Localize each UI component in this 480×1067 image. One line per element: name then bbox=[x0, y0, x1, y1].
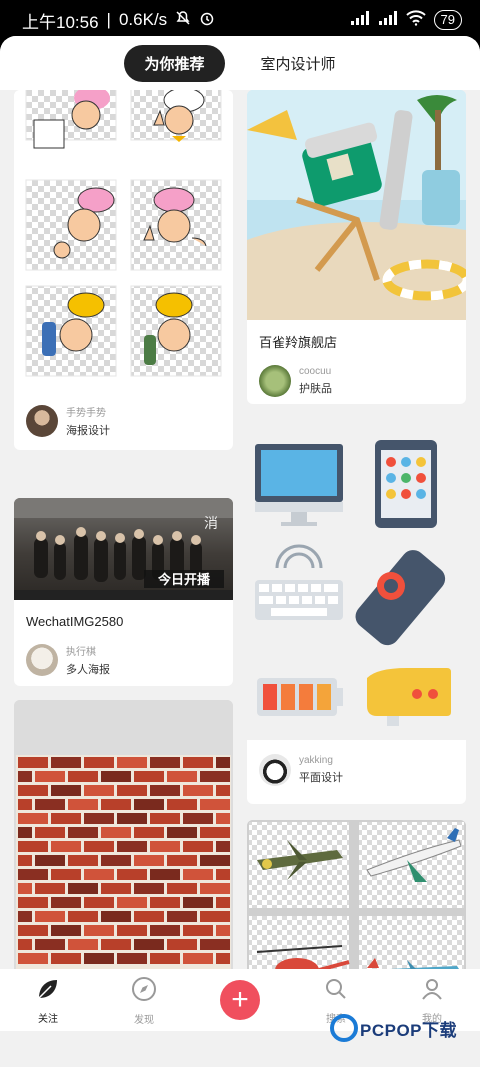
watermark: PCPOP下载 bbox=[330, 1014, 457, 1042]
avatar bbox=[259, 365, 291, 397]
author-category: 海报设计 bbox=[66, 425, 110, 437]
battery-indicator: 79 bbox=[433, 10, 462, 30]
watermark-text: PCPOP下载 bbox=[360, 1020, 458, 1040]
feed-card-brick[interactable] bbox=[14, 700, 233, 1005]
card-title: WechatIMG2580 bbox=[26, 614, 124, 629]
mute-icon bbox=[175, 10, 191, 31]
author-row[interactable]: coocuu 护肤品 bbox=[247, 365, 466, 397]
wifi-icon bbox=[405, 9, 426, 31]
avatar bbox=[26, 644, 58, 676]
author-category: 护肤品 bbox=[299, 383, 332, 395]
signal-icon bbox=[350, 10, 370, 31]
compass-icon bbox=[130, 975, 158, 1008]
feed-card-cosmetics[interactable]: 百雀羚旗舰店 coocuu 护肤品 bbox=[247, 90, 466, 404]
cosmetics-beach-image bbox=[247, 90, 466, 320]
author-row[interactable]: yakking 平面设计 bbox=[247, 754, 466, 786]
feed[interactable]: 手势手势 海报设计 今日开播 消 WechatIMG2580 执行棋 多人海报 … bbox=[0, 90, 480, 1005]
app-screen: 为你推荐 室内设计师 手势手势 海报设计 今日开播 消 WechatIMG258… bbox=[0, 36, 480, 1067]
feed-card-devices[interactable]: yakking 平面设计 bbox=[247, 418, 466, 804]
status-speed: 0.6K/s bbox=[118, 10, 168, 29]
search-icon bbox=[323, 976, 349, 1007]
poster-overlay-text: 今日开播 bbox=[157, 572, 211, 587]
author-name: coocuu bbox=[299, 366, 332, 377]
nav-label: 发现 bbox=[134, 1014, 154, 1026]
tab-recommended[interactable]: 为你推荐 bbox=[124, 44, 225, 82]
person-icon bbox=[419, 976, 445, 1007]
plus-icon[interactable]: + bbox=[220, 980, 260, 1020]
author-category: 平面设计 bbox=[299, 772, 343, 784]
devices-illustration bbox=[247, 418, 466, 740]
status-bar: 上午10:56 | 0.6K/s 79 bbox=[0, 0, 480, 40]
status-time: 上午10:56 bbox=[22, 12, 99, 32]
author-row[interactable]: 手势手势 海报设计 bbox=[14, 404, 233, 438]
tab-interior-designers[interactable]: 室内设计师 bbox=[241, 45, 356, 82]
chef-stickers-image bbox=[14, 90, 233, 380]
nav-label: 关注 bbox=[38, 1013, 58, 1025]
feed-card-poster[interactable]: 今日开播 消 WechatIMG2580 执行棋 多人海报 bbox=[14, 498, 233, 686]
nav-discover[interactable]: 发现 bbox=[109, 975, 179, 1026]
nav-add[interactable]: + bbox=[205, 980, 275, 1020]
author-row[interactable]: 执行棋 多人海报 bbox=[14, 643, 233, 677]
leaf-icon bbox=[35, 976, 61, 1007]
top-tabs: 为你推荐 室内设计师 bbox=[0, 36, 480, 90]
brick-wall-image bbox=[14, 700, 233, 1005]
author-category: 多人海报 bbox=[66, 664, 110, 676]
alarm-icon bbox=[199, 10, 215, 31]
author-name: 手势手势 bbox=[66, 408, 106, 419]
svg-text:消: 消 bbox=[204, 516, 218, 532]
card-title: 百雀羚旗舰店 bbox=[259, 335, 338, 350]
watermark-logo-icon bbox=[330, 1014, 358, 1042]
avatar bbox=[26, 405, 58, 437]
drama-poster-image: 今日开播 消 bbox=[14, 498, 233, 600]
signal-icon-2 bbox=[378, 10, 398, 31]
feed-card-chef[interactable]: 手势手势 海报设计 bbox=[14, 90, 233, 450]
author-name: 执行棋 bbox=[66, 647, 96, 658]
nav-follow[interactable]: 关注 bbox=[13, 976, 83, 1025]
author-name: yakking bbox=[299, 755, 333, 766]
avatar bbox=[259, 754, 291, 786]
